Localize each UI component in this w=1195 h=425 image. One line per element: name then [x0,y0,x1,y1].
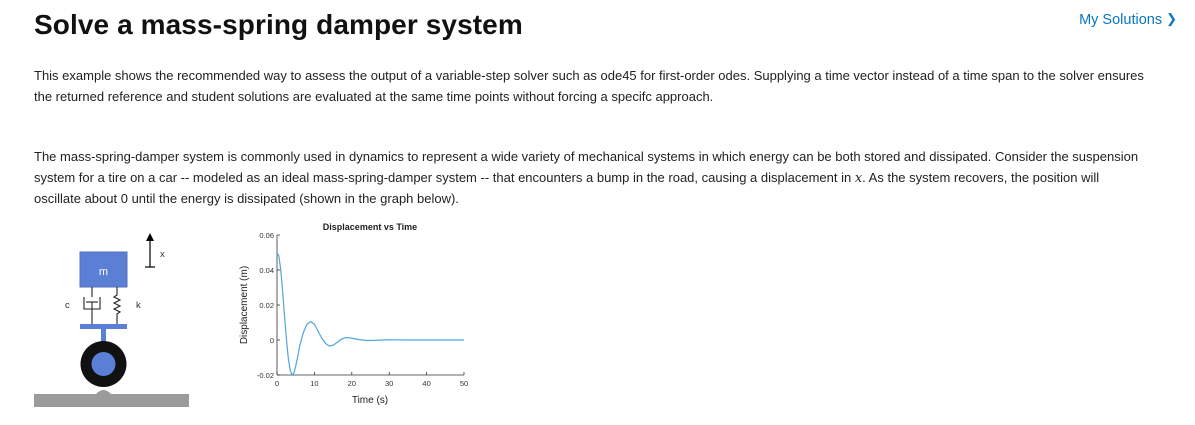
x-tick-label: 20 [348,379,356,388]
displacement-line [276,252,464,377]
spring-label: k [136,300,141,311]
figure: m x c k Displacement vs Time Displacemen… [0,215,480,420]
displacement-chart: Displacement vs Time Displacement (m) Ti… [239,222,468,406]
y-tick-label: 0.06 [259,231,274,240]
figure-svg: m x c k Displacement vs Time Displacemen… [34,222,468,407]
x-tick-label: 10 [310,379,318,388]
chart-xlabel: Time (s) [352,395,388,406]
displacement-axis-label: x [160,249,165,260]
chart-y-ticks: -0.02 0 0.02 0.04 0.06 [257,231,280,380]
damper-label: c [65,300,70,311]
mass-spring-damper-diagram: m x c k [34,233,189,407]
my-solutions-link[interactable]: My Solutions ❯ [1079,11,1177,28]
mass-label: m [99,266,108,278]
my-solutions-label: My Solutions [1079,12,1163,28]
intro-paragraph: This example shows the recommended way t… [34,68,1144,104]
spring [112,287,122,326]
damper [83,287,101,326]
displacement-arrow [145,233,155,268]
chart-title: Displacement vs Time [323,222,417,232]
x-tick-label: 0 [275,379,279,388]
road-ground [34,394,189,407]
x-tick-label: 50 [460,379,468,388]
description-paragraph: The mass-spring-damper system is commonl… [34,147,1144,210]
chevron-right-icon: ❯ [1166,11,1177,26]
axle-plate [80,324,127,329]
x-tick-label: 30 [385,379,393,388]
road-bump [96,390,111,394]
chart-x-ticks: 0 10 20 30 40 50 [275,372,468,388]
wheel-hub [91,352,116,376]
y-tick-label: 0.02 [259,301,274,310]
chart-axes [276,235,464,376]
y-tick-label: -0.02 [257,371,274,380]
chart-series [276,252,464,377]
chart-ylabel: Displacement (m) [239,266,250,344]
x-tick-label: 40 [422,379,430,388]
axle-post [101,329,106,342]
y-tick-label: 0 [270,336,274,345]
page-title: Solve a mass-spring damper system [34,9,523,40]
y-tick-label: 0.04 [259,266,274,275]
